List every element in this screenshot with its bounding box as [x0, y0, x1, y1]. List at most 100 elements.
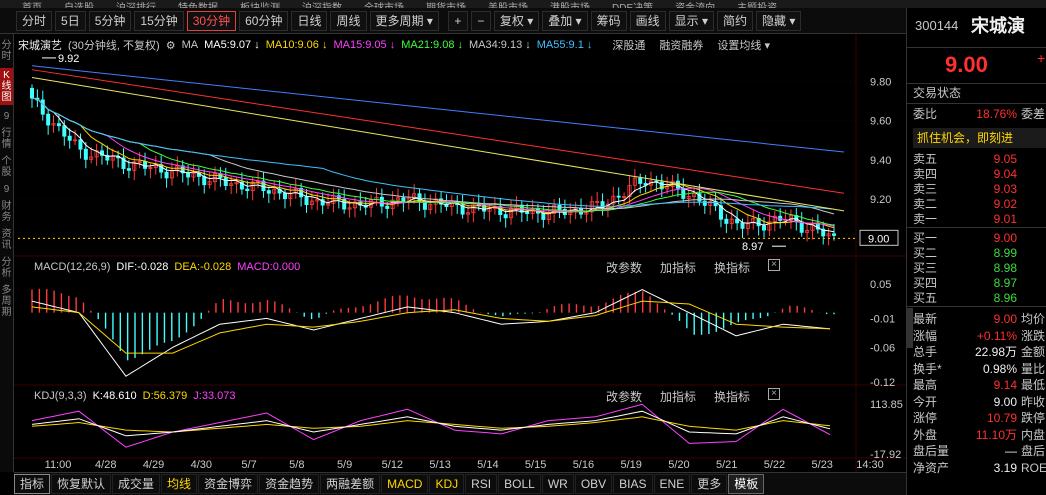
period-tab[interactable]: 周线 — [330, 10, 367, 31]
stat-value: 10.79 — [986, 411, 1017, 425]
indicator-tab[interactable]: 两融差额 — [320, 474, 381, 494]
period-tab[interactable]: 60分钟 — [239, 10, 289, 31]
candle-body — [525, 211, 530, 215]
candle-body — [304, 196, 309, 206]
indicator-tab[interactable]: 均线 — [161, 474, 198, 494]
main-y-tick-label: 9.20 — [870, 194, 891, 206]
ma-value: MA34:9.13 ↓ — [469, 39, 531, 51]
period-tab[interactable]: 15分钟 — [134, 10, 184, 31]
kdj-title: KDJ(9,3,3) — [34, 390, 87, 402]
left-view-tab[interactable]: K线图 — [0, 68, 13, 105]
indicator-tab[interactable]: ENE — [653, 474, 691, 494]
panel-tool-link[interactable]: 改参数 — [606, 259, 642, 276]
wei-bi-value: 18.76% — [976, 107, 1017, 121]
chart-period-label: (30分钟线, 不复权) — [68, 40, 160, 52]
left-view-tab[interactable]: 多周期 — [0, 285, 13, 318]
indicator-tab[interactable]: 恢复默认 — [51, 474, 112, 494]
left-view-tab[interactable]: 个股 — [0, 156, 13, 178]
panel-tool-link[interactable]: 改参数 — [606, 388, 642, 405]
left-view-tab[interactable]: 9 — [0, 111, 13, 122]
candle-body — [78, 139, 83, 150]
settings-gear-icon[interactable]: ⚙ — [166, 39, 176, 52]
indicator-tab[interactable]: MACD — [381, 474, 429, 494]
toolbar-tool-button[interactable]: 筹码 — [590, 10, 627, 31]
indicator-tab[interactable]: OBV — [574, 474, 613, 494]
indicator-tab[interactable]: WR — [541, 474, 574, 494]
trade-status-label: 交易状态 — [913, 86, 962, 100]
toolbar-tool-button[interactable]: 叠加 ▾ — [542, 10, 588, 31]
price-change-sign: + — [1037, 50, 1046, 66]
kdj-tools: 改参数 加指标 换指标 × — [594, 387, 786, 405]
panel-tool-link[interactable]: 换指标 — [714, 259, 750, 276]
chart-stock-name: 宋城演艺 — [18, 40, 62, 52]
indicator-tab[interactable]: 资金博弈 — [198, 474, 259, 494]
close-icon[interactable]: × — [768, 258, 780, 271]
toolbar-tool-button[interactable]: 简约 — [716, 10, 753, 31]
x-axis-label: 5/12 — [382, 459, 403, 471]
indicator-tab[interactable]: 更多 — [691, 474, 728, 494]
left-view-tab[interactable]: 资讯 — [0, 229, 13, 251]
macd-macd-value: MACD:0.000 — [237, 261, 301, 273]
x-axis-label: 5/13 — [429, 459, 450, 471]
low-label: 8.97 — [742, 241, 763, 253]
price-row: 9.00 + — [907, 48, 1046, 84]
period-tab[interactable]: 5日 — [55, 10, 86, 31]
main-y-tick-label: 9.40 — [870, 155, 891, 167]
market-tab-bar: 首页自选股沪深排行特色数据板块监测沪深指数全球市场期货市场美股市场港股市场DDE… — [0, 0, 1046, 8]
period-tab[interactable]: 更多周期 ▾ — [369, 10, 439, 31]
candle-body — [245, 188, 250, 192]
indicator-tab[interactable]: KDJ — [429, 474, 465, 494]
promo-banner[interactable]: 抓住机会，即刻进 — [913, 128, 1046, 148]
left-view-tab[interactable]: 分析 — [0, 257, 13, 279]
stat-label: 涨停 — [913, 411, 938, 425]
left-view-tab[interactable]: 行情 — [0, 128, 13, 150]
main-extra-tab[interactable]: 深股通 — [612, 37, 645, 53]
main-extra-tab[interactable]: 设置均线 ▾ — [717, 37, 770, 53]
indicator-tab[interactable]: RSI — [465, 474, 498, 494]
left-view-tab[interactable]: 分时 — [0, 40, 13, 62]
candle-body — [126, 168, 131, 171]
candle-body — [266, 190, 271, 194]
kdj-d-line — [31, 416, 831, 433]
toolbar-tool-button[interactable]: 显示 ▾ — [668, 10, 714, 31]
zoom-out-button[interactable]: − — [470, 10, 491, 31]
stat-value: 0.98% — [982, 361, 1017, 376]
stat-row: 涨停 10.79 跌停 — [907, 409, 1046, 427]
indicator-tab[interactable]: 模板 — [728, 474, 765, 494]
zoom-in-button[interactable]: + — [447, 10, 468, 31]
left-view-tab[interactable]: 财务 — [0, 201, 13, 223]
toolbar-tool-button[interactable]: 复权 ▾ — [493, 10, 540, 31]
period-tab[interactable]: 30分钟 — [186, 10, 237, 31]
main-extra-tab[interactable]: 融资融券 — [659, 37, 703, 53]
stat-label: 盘后量 — [913, 444, 950, 458]
period-tab[interactable]: 5分钟 — [88, 10, 132, 31]
indicator-tab[interactable]: BIAS — [613, 474, 653, 494]
toolbar-tool-button[interactable]: 隐藏 ▾ — [755, 10, 802, 31]
stat-label: 涨幅 — [913, 328, 938, 343]
ma15-line — [31, 97, 835, 227]
candle-body — [40, 99, 45, 115]
stat-extra-label: 涨跌 — [1021, 328, 1046, 343]
panel-tool-link[interactable]: 加指标 — [660, 259, 696, 276]
toolbar-tool-button[interactable]: 画线 — [629, 10, 666, 31]
candle-body — [799, 221, 804, 233]
stock-name[interactable]: 宋城演 — [971, 12, 1025, 38]
chart-canvas[interactable]: 9.809.609.409.209.009.928.979.000.05-0.0… — [14, 34, 906, 472]
indicator-tab[interactable]: BOLL — [498, 474, 541, 494]
candle-body — [83, 148, 88, 160]
ma-value: MA15:9.05 ↓ — [333, 39, 396, 51]
left-view-tab[interactable]: 9 — [0, 184, 13, 195]
close-icon[interactable]: × — [768, 387, 780, 400]
x-axis-label: 5/16 — [573, 459, 594, 471]
stat-extra-label: 量比 — [1021, 361, 1046, 376]
x-axis-label: 5/21 — [716, 459, 737, 471]
stat-extra-label: 均价 — [1021, 312, 1046, 326]
period-tab[interactable]: 分时 — [16, 10, 53, 31]
indicator-tab[interactable]: 成交量 — [112, 474, 161, 494]
period-tab[interactable]: 日线 — [291, 10, 328, 31]
indicator-tab[interactable]: 指标 — [14, 474, 51, 494]
panel-tool-link[interactable]: 加指标 — [660, 388, 696, 405]
panel-tool-link[interactable]: 换指标 — [714, 388, 750, 405]
stat-extra-label: 最低 — [1021, 378, 1046, 392]
indicator-tab[interactable]: 资金趋势 — [259, 474, 320, 494]
